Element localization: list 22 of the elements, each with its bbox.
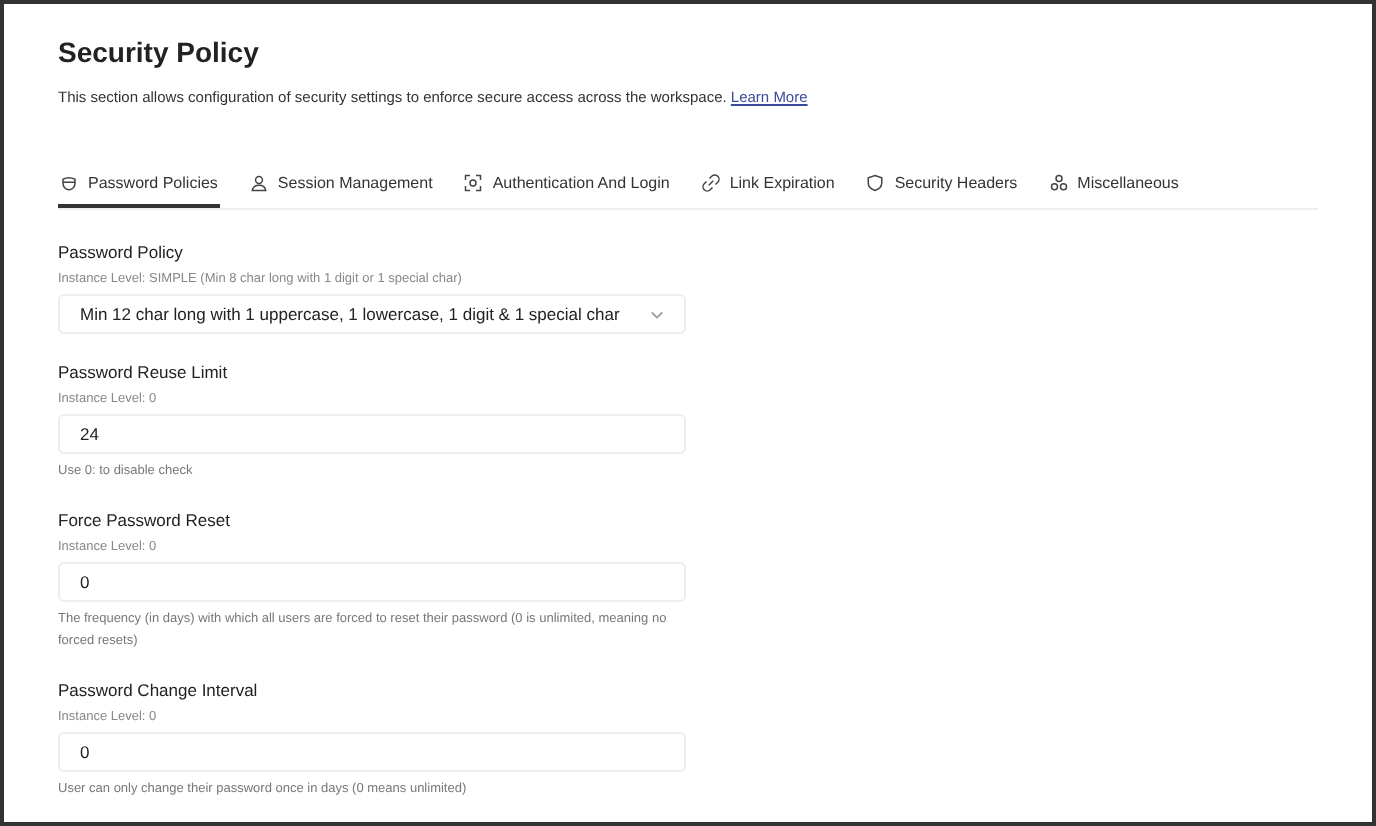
scan-icon (464, 174, 483, 192)
tab[interactable]: Password Policies (58, 174, 220, 208)
circles-icon (1049, 174, 1068, 192)
tab[interactable]: Session Management (247, 174, 435, 208)
input-field[interactable]: 0 (58, 732, 686, 773)
tab[interactable]: Security Headers (864, 174, 1020, 208)
field-label: Password Change Interval (58, 680, 260, 701)
input-field[interactable]: 0 (58, 562, 686, 603)
field-label: Password Policy (58, 242, 185, 262)
tab[interactable]: Authentication And Login (462, 174, 672, 208)
field-label: Password Reuse Limit (58, 362, 230, 382)
tab[interactable]: Link Expiration (699, 174, 837, 208)
field-label: Force Password Reset (58, 510, 232, 531)
chevron-down-icon (650, 309, 664, 319)
mask-icon (60, 174, 78, 192)
tab[interactable]: Miscellaneous (1047, 174, 1181, 208)
page-title: Security Policy (58, 36, 261, 68)
input-field[interactable]: 24 (58, 414, 686, 454)
policy-dropdown[interactable]: Min 12 char long with 1 uppercase, 1 lowercase, 1 digit & 1 special char (58, 294, 686, 334)
link-icon (701, 174, 720, 192)
shield-icon (866, 174, 885, 192)
user-icon (249, 174, 268, 192)
